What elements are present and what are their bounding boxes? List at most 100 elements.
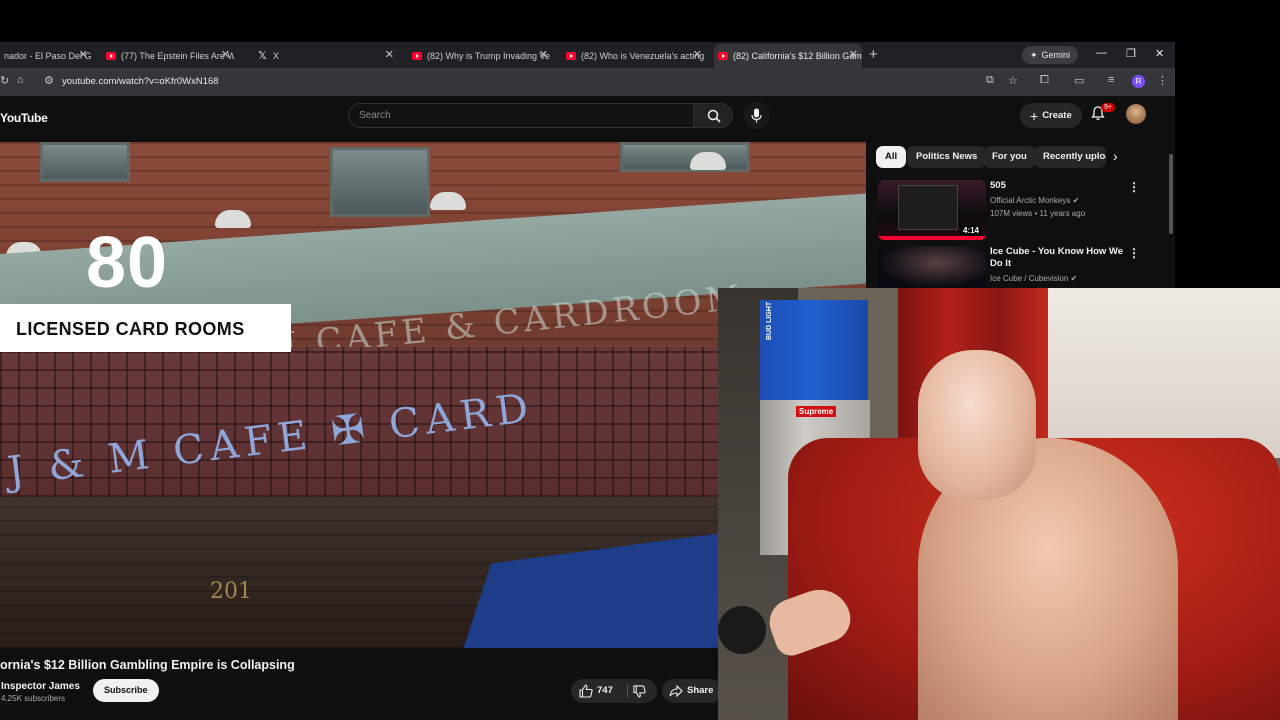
tab-strip: nador - El Paso Del Gi ✕ (77) The Epstei… <box>0 42 1175 68</box>
menu-dots-icon[interactable]: ⋮ <box>1157 74 1168 87</box>
plus-icon: + <box>1030 107 1039 124</box>
search-icon <box>707 109 721 123</box>
youtube-icon <box>718 52 728 60</box>
video-frame-lamp <box>430 192 466 210</box>
tab-label: (77) The Epstein Files Are Way <box>121 51 234 61</box>
youtube-icon <box>412 52 422 60</box>
minimize-icon[interactable]: — <box>1096 47 1107 59</box>
recommendation-title[interactable]: Ice Cube - You Know How We Do It <box>990 246 1125 270</box>
share-arrow-icon <box>669 685 683 697</box>
install-app-icon[interactable]: ⧉ <box>986 74 994 87</box>
screen: nador - El Paso Del Gi ✕ (77) The Epstei… <box>0 0 1280 720</box>
scrollbar-thumb[interactable] <box>1169 154 1173 234</box>
video-duration: 4:14 <box>959 225 982 236</box>
tab-el-paso[interactable]: nador - El Paso Del Gi ✕ <box>0 44 92 68</box>
like-count[interactable]: 747 <box>597 685 613 696</box>
url-field[interactable]: youtube.com/watch?v=oKfr0WxN168 <box>62 76 219 87</box>
video-overlay-number: 80 <box>86 223 169 303</box>
maximize-icon[interactable]: ❐ <box>1126 47 1136 60</box>
sidebar-icon[interactable]: ▭ <box>1074 74 1084 87</box>
extensions-icon[interactable]: ⧠ <box>1040 74 1049 87</box>
video-frame-lamp <box>215 210 251 228</box>
voice-search-button[interactable] <box>743 102 770 129</box>
gemini-label: Gemini <box>1041 50 1071 60</box>
tab-label: (82) Why is Trump Invading Ve <box>427 51 551 61</box>
video-frame-window <box>40 142 130 182</box>
gemini-button[interactable]: ✦ Gemini <box>1022 46 1079 64</box>
youtube-header: YouTube Search + Create 9+ <box>0 96 1175 142</box>
chip-recently-uploaded[interactable]: Recently uploa <box>1034 146 1106 168</box>
video-frame-address-number: 201 <box>210 579 252 604</box>
close-icon[interactable]: ✕ <box>79 50 88 61</box>
profile-avatar[interactable]: R <box>1132 75 1145 88</box>
video-thumbnail[interactable] <box>878 246 986 288</box>
close-icon[interactable]: ✕ <box>221 50 230 61</box>
channel-name[interactable]: Inspector James <box>1 681 80 692</box>
recommendation-title[interactable]: 505 <box>990 180 1125 192</box>
watch-progress-bar <box>878 236 986 240</box>
video-overlay-caption-box: LICENSED CARD ROOMS <box>0 304 291 352</box>
box-label: BUD LIGHT <box>766 301 773 340</box>
x-icon: 𝕏 <box>258 50 267 62</box>
close-icon[interactable]: ✕ <box>539 50 548 61</box>
new-tab-button[interactable]: + <box>869 46 878 63</box>
tab-label: X <box>273 51 280 61</box>
thumbs-up-icon[interactable] <box>579 684 593 698</box>
chip-all[interactable]: All <box>876 146 907 168</box>
site-settings-icon[interactable]: ⚙ <box>44 74 54 87</box>
notifications-badge: 9+ <box>1101 103 1115 112</box>
create-button[interactable]: + Create <box>1020 103 1082 128</box>
subscriber-count: 4.25K subscribers <box>1 694 66 703</box>
youtube-icon <box>106 52 116 60</box>
recommendation-channel: Official Arctic Monkeys ✔ <box>990 196 1079 205</box>
chevron-right-icon[interactable]: › <box>1113 148 1118 164</box>
share-button[interactable]: Share <box>662 679 722 703</box>
tab-california-gambling[interactable]: (82) California's $12 Billion Gam ✕ <box>714 44 862 68</box>
channel-label: Ice Cube / Cubevision <box>990 274 1069 283</box>
tab-venezuela-acting[interactable]: (82) Who is Venezuela's acting ✕ <box>562 44 706 68</box>
tab-x[interactable]: 𝕏 X ✕ <box>254 44 398 68</box>
video-frame-lamp <box>690 152 726 170</box>
thumbs-down-icon[interactable] <box>633 685 646 698</box>
tab-trump-venezuela[interactable]: (82) Why is Trump Invading Ve ✕ <box>408 44 552 68</box>
tab-label: (82) Who is Venezuela's acting <box>581 51 705 61</box>
microphone-icon <box>751 108 762 123</box>
tab-label: (82) California's $12 Billion Gam <box>733 51 862 61</box>
search-input[interactable]: Search <box>348 103 694 128</box>
home-icon[interactable]: ⌂ <box>17 74 24 86</box>
close-icon[interactable]: ✕ <box>693 50 702 61</box>
verified-check-icon: ✔ <box>1072 196 1080 205</box>
more-actions-icon[interactable]: ⋮ <box>1128 246 1140 260</box>
webcam-person-head <box>918 350 1036 500</box>
close-icon[interactable]: ✕ <box>849 50 858 61</box>
subscribe-button[interactable]: Subscribe <box>93 679 159 702</box>
video-frame-window <box>330 147 430 217</box>
recommendation-channel: Ice Cube / Cubevision ✔ <box>990 274 1077 283</box>
recommendation-item[interactable]: 4:14 505 Official Arctic Monkeys ✔ 107M … <box>878 180 1168 242</box>
share-label: Share <box>687 685 714 696</box>
youtube-icon <box>566 52 576 60</box>
like-dislike-group: 747 <box>571 679 657 703</box>
reading-list-icon[interactable]: ≡ <box>1108 74 1114 86</box>
sparkle-icon: ✦ <box>1030 49 1038 60</box>
youtube-logo[interactable]: YouTube <box>0 111 48 125</box>
more-actions-icon[interactable]: ⋮ <box>1128 180 1140 194</box>
reload-icon[interactable]: ↻ <box>0 74 9 87</box>
recommendation-item[interactable]: Ice Cube - You Know How We Do It Ice Cub… <box>878 246 1168 288</box>
webcam-microphone <box>718 606 766 654</box>
chip-for-you[interactable]: For you <box>983 146 1036 168</box>
close-window-icon[interactable]: ✕ <box>1155 47 1164 60</box>
video-overlay-caption: LICENSED CARD ROOMS <box>16 319 245 339</box>
webcam-beer-boxes: BUD LIGHT <box>760 300 868 400</box>
chip-politics-news[interactable]: Politics News <box>907 146 987 168</box>
user-avatar[interactable] <box>1126 104 1146 124</box>
channel-label: Official Arctic Monkeys <box>990 196 1071 205</box>
search-button[interactable] <box>693 103 733 128</box>
recommendation-meta: 107M views • 11 years ago <box>990 209 1086 218</box>
thumbnail-building <box>898 185 958 230</box>
bookmark-star-icon[interactable]: ☆ <box>1008 74 1018 87</box>
tab-epstein-files[interactable]: (77) The Epstein Files Are Way ✕ <box>102 44 234 68</box>
close-icon[interactable]: ✕ <box>385 50 394 61</box>
video-thumbnail[interactable]: 4:14 <box>878 180 986 240</box>
divider <box>627 684 628 698</box>
